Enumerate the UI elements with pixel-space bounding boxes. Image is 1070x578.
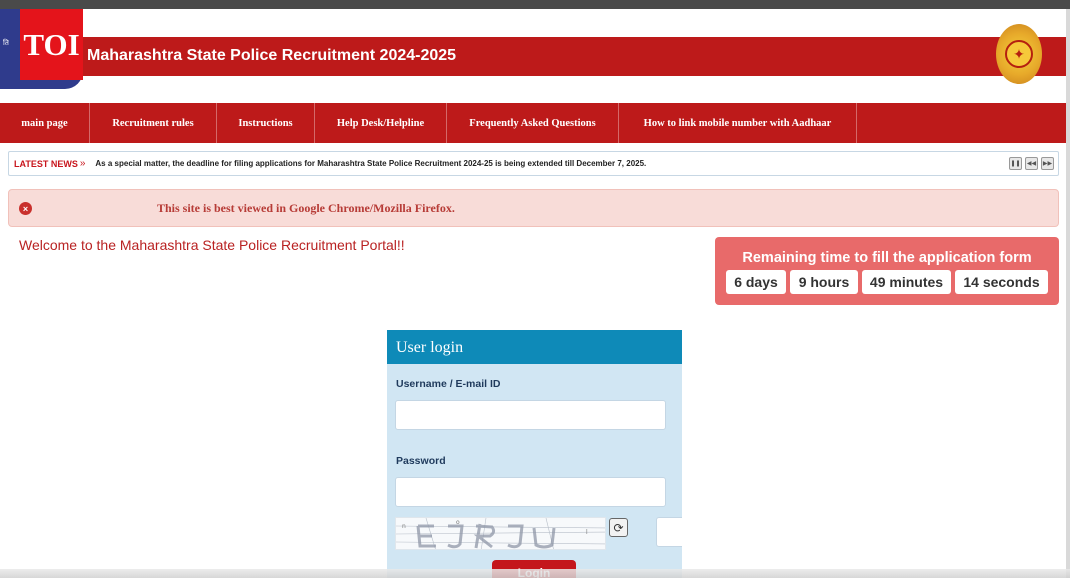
- login-panel: User login Username / E-mail ID Password: [387, 330, 682, 578]
- title-banner: Maharashtra State Police Recruitment 202…: [83, 37, 1070, 76]
- nav-item-help-desk[interactable]: Help Desk/Helpline: [315, 103, 447, 143]
- latest-news-label: LATEST NEWS: [14, 158, 78, 169]
- bottom-strip: [0, 569, 1070, 578]
- latest-news-ticker: LATEST NEWS » As a special matter, the d…: [8, 151, 1059, 176]
- svg-text:o: o: [456, 519, 460, 526]
- countdown-minutes: 49 minutes: [862, 270, 951, 294]
- browser-alert: × This site is best viewed in Google Chr…: [8, 189, 1059, 227]
- pause-icon[interactable]: ❚❚: [1009, 157, 1022, 170]
- captcha-input[interactable]: [656, 517, 682, 547]
- nav-item-main-page[interactable]: main page: [0, 103, 90, 143]
- nav-item-instructions[interactable]: Instructions: [217, 103, 315, 143]
- password-label: Password: [396, 455, 446, 467]
- scrollbar[interactable]: [1066, 9, 1070, 578]
- next-icon[interactable]: ▶▶: [1041, 157, 1054, 170]
- welcome-text: Welcome to the Maharashtra State Police …: [19, 237, 405, 253]
- main-nav: main page Recruitment rules Instructions…: [0, 103, 1070, 143]
- ticker-controls: ❚❚ ◀◀ ▶▶: [1009, 157, 1054, 170]
- captcha-graphic: n o l: [396, 518, 605, 549]
- emblem-seal-icon: ✦: [1005, 40, 1033, 68]
- countdown-hours: 9 hours: [790, 270, 858, 294]
- username-input[interactable]: [395, 400, 666, 430]
- nav-item-recruitment-rules[interactable]: Recruitment rules: [90, 103, 217, 143]
- close-circle-icon[interactable]: ×: [19, 202, 32, 215]
- nav-item-faq[interactable]: Frequently Asked Questions: [447, 103, 619, 143]
- countdown-days: 6 days: [726, 270, 786, 294]
- login-title: User login: [387, 330, 682, 364]
- page-title: Maharashtra State Police Recruitment 202…: [87, 47, 457, 64]
- captcha-image: n o l: [395, 517, 606, 550]
- previous-icon[interactable]: ◀◀: [1025, 157, 1038, 170]
- username-label: Username / E-mail ID: [396, 378, 501, 390]
- double-chevron-icon: »: [79, 158, 86, 169]
- alert-text: This site is best viewed in Google Chrom…: [157, 201, 455, 215]
- svg-text:n: n: [402, 523, 406, 530]
- logo-hint-text: ति: [3, 40, 9, 47]
- countdown-title: Remaining time to fill the application f…: [742, 250, 1032, 266]
- toi-badge: TOI: [20, 9, 83, 80]
- top-strip: [0, 0, 1070, 9]
- countdown-seconds: 14 seconds: [955, 270, 1048, 294]
- refresh-captcha-icon[interactable]: ⟳: [609, 518, 628, 537]
- password-input[interactable]: [395, 477, 666, 507]
- news-text[interactable]: As a special matter, the deadline for fi…: [95, 159, 646, 168]
- nav-item-link-aadhaar[interactable]: How to link mobile number with Aadhaar: [619, 103, 857, 143]
- countdown-panel: Remaining time to fill the application f…: [715, 237, 1059, 305]
- state-emblem-icon: ✦: [996, 24, 1042, 84]
- countdown-units: 6 days 9 hours 49 minutes 14 seconds: [726, 270, 1048, 294]
